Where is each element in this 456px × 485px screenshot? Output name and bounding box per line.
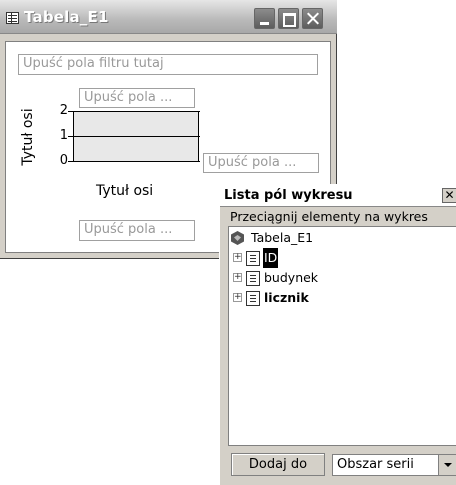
field-icon: [246, 291, 260, 306]
field-list-titlebar[interactable]: Lista pól wykresu ✕: [220, 185, 456, 207]
window-titlebar[interactable]: Tabela_E1: [0, 0, 337, 34]
window-title: Tabela_E1: [24, 8, 109, 26]
expand-icon[interactable]: +: [233, 253, 242, 262]
field-tree: Tabela_E1 + ID + budynek + licznik: [228, 226, 456, 446]
x-axis-title[interactable]: Tytuł osi: [96, 183, 153, 199]
minimize-button[interactable]: [254, 8, 275, 29]
field-icon: [246, 271, 260, 286]
category-drop-zone[interactable]: Upuść pola ...: [203, 153, 319, 173]
y-axis-title[interactable]: Tytuł osi: [20, 107, 36, 167]
tree-item-label: ID: [263, 248, 279, 268]
gridline-0: [68, 161, 200, 162]
tree-item-label: licznik: [264, 290, 309, 305]
expand-icon[interactable]: +: [233, 273, 242, 282]
filter-drop-zone[interactable]: Upuść pola filtru tutaj: [18, 54, 318, 75]
close-button[interactable]: [302, 8, 323, 29]
target-area-select[interactable]: Obszar serii: [332, 454, 456, 476]
y-tick-label: 1: [59, 128, 68, 143]
y-tick-label: 2: [59, 103, 68, 118]
data-drop-zone[interactable]: Upuść pola ...: [79, 220, 195, 241]
tree-root-label: Tabela_E1: [251, 230, 314, 245]
series-drop-zone[interactable]: Upuść pola ...: [79, 88, 195, 108]
close-icon[interactable]: ✕: [442, 188, 456, 203]
maximize-button[interactable]: [278, 8, 299, 29]
table-icon: [6, 12, 19, 24]
table-cube-icon: [231, 231, 244, 245]
expand-icon[interactable]: +: [233, 293, 242, 302]
field-list-hint: Przeciągnij elementy na wykres: [230, 209, 428, 224]
field-list-panel: Lista pól wykresu ✕ Przeciągnij elementy…: [219, 184, 456, 485]
tree-item-label: budynek: [264, 270, 319, 285]
gridline-1: [68, 136, 200, 137]
add-to-button[interactable]: Dodaj do: [231, 453, 325, 476]
target-area-value: Obszar serii: [337, 457, 414, 472]
y-tick-label: 0: [59, 153, 68, 168]
chevron-down-icon[interactable]: [438, 455, 456, 475]
field-list-title: Lista pól wykresu: [224, 188, 353, 203]
gridline-2: [68, 111, 200, 112]
field-icon: [246, 251, 260, 266]
